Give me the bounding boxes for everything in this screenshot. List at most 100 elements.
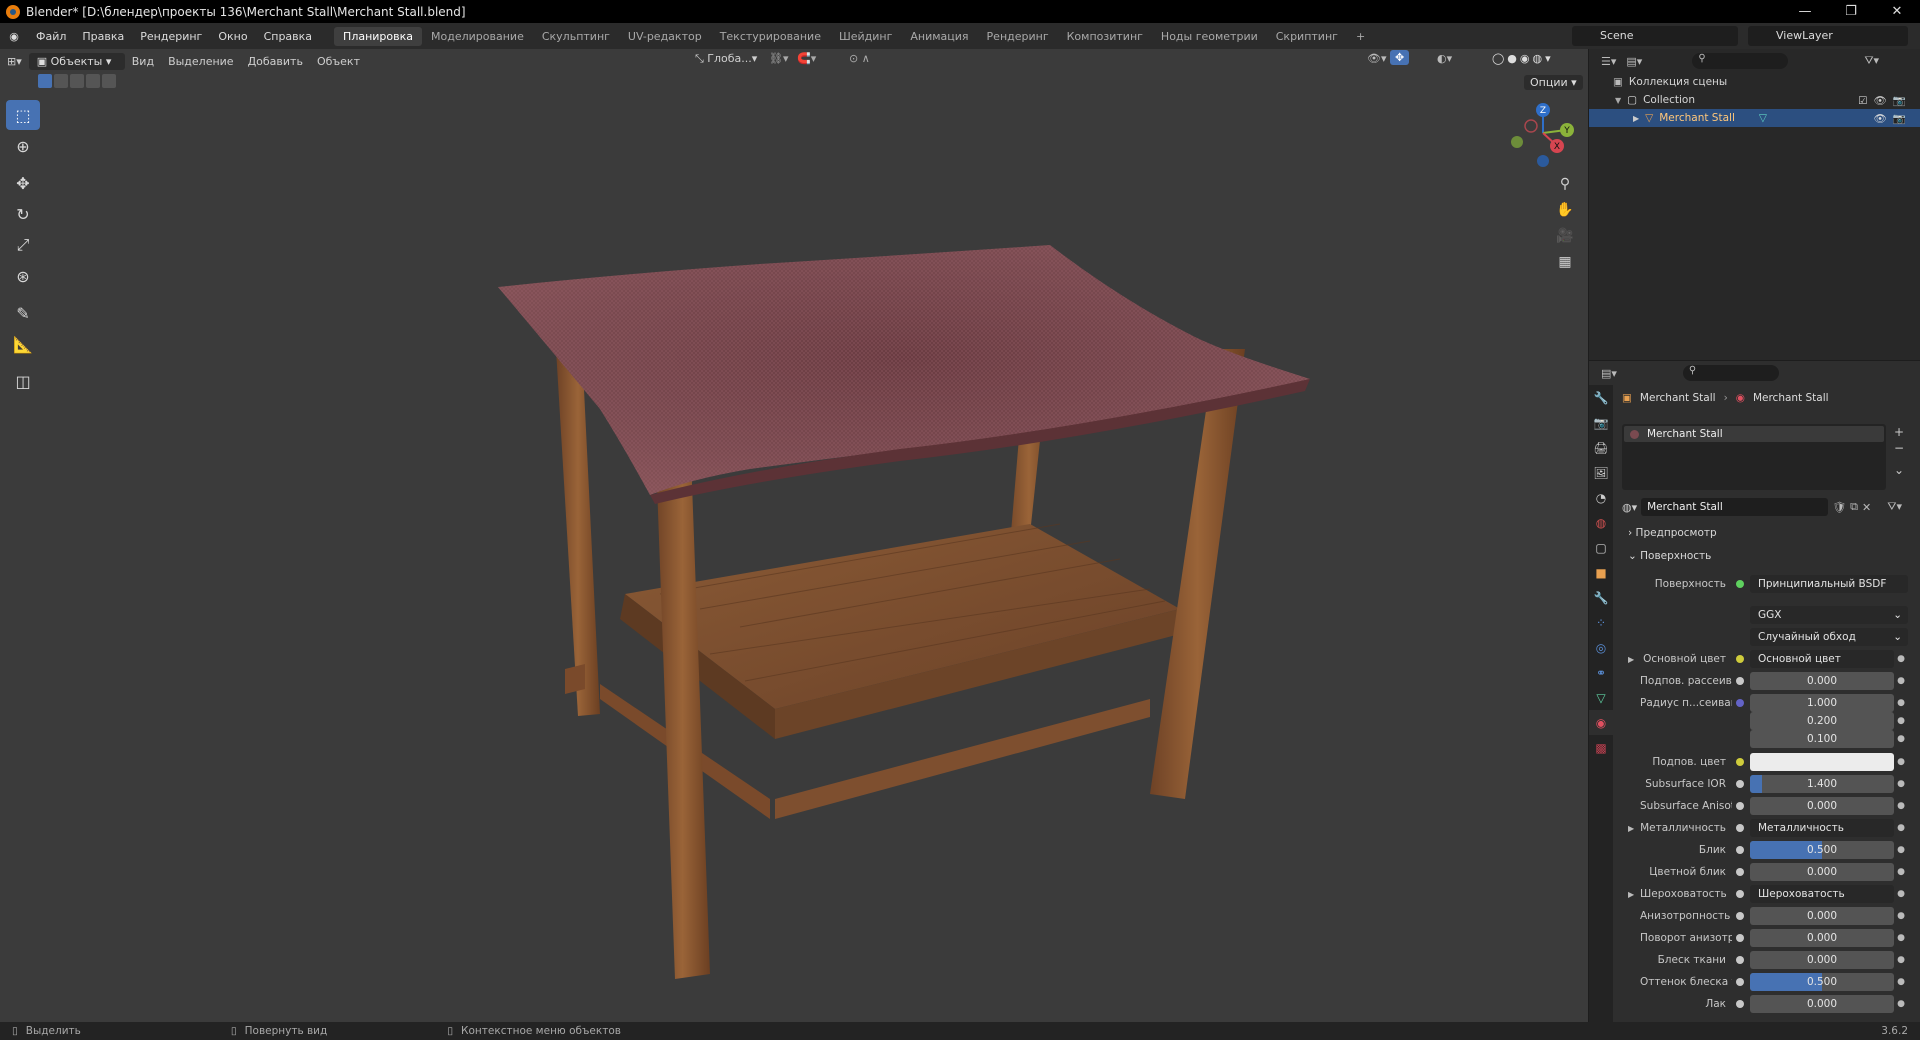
linked-input-field[interactable]: Металличность <box>1750 819 1894 837</box>
keyframe-dot-icon[interactable]: ● <box>1894 911 1908 921</box>
proportional-edit-icon[interactable]: ⊙ ∧ <box>842 52 877 65</box>
menu-help[interactable]: Справка <box>256 30 320 43</box>
add-slot-icon[interactable]: + <box>1894 424 1904 440</box>
transform-orientation[interactable]: ⤡ Глоба...▾ <box>688 52 764 66</box>
view-layer-selector[interactable]: ViewLayer <box>1748 26 1908 46</box>
menu-object[interactable]: Объект <box>310 55 367 68</box>
camera-view-icon[interactable]: 🎥 <box>1552 223 1578 249</box>
expand-arrow-icon[interactable]: ▼ <box>1615 96 1621 105</box>
number-slider[interactable]: 1.000 <box>1750 694 1894 712</box>
input-socket-icon[interactable] <box>1736 802 1744 810</box>
material-tab-icon[interactable]: ◉ <box>1589 710 1613 735</box>
expand-arrow-icon[interactable]: ▶ <box>1628 655 1640 664</box>
outliner-search-input[interactable]: ⚲ <box>1692 53 1789 69</box>
preview-panel-header[interactable]: › Предпросмотр <box>1628 527 1717 539</box>
keyframe-dot-icon[interactable]: ● <box>1894 698 1908 708</box>
input-socket-icon[interactable] <box>1736 912 1744 920</box>
workspace-tab-animation[interactable]: Анимация <box>901 27 977 46</box>
blender-menu-icon[interactable]: ◉ <box>0 30 28 43</box>
navigation-gizmo[interactable]: Z Y X <box>1500 98 1580 178</box>
menu-window[interactable]: Окно <box>210 30 255 43</box>
options-dropdown[interactable]: Опции ▾ <box>1524 75 1583 90</box>
distribution-dropdown[interactable]: GGX ⌄ <box>1750 606 1908 624</box>
number-slider[interactable]: 0.000 <box>1750 863 1894 881</box>
overlay-icon[interactable]: ◐▾ <box>1430 52 1459 65</box>
input-socket-icon[interactable] <box>1736 868 1744 876</box>
world-tab-icon[interactable]: ◍ <box>1589 510 1613 535</box>
menu-select[interactable]: Выделение <box>161 55 241 68</box>
menu-file[interactable]: Файл <box>28 30 74 43</box>
ortho-grid-icon[interactable]: ▦ <box>1552 249 1578 275</box>
number-slider[interactable]: 0.200 <box>1750 712 1894 730</box>
measure-tool[interactable]: 📐 <box>6 329 40 359</box>
editor-type-icon[interactable]: ⊞▾ <box>0 55 29 68</box>
workspace-tab-uv[interactable]: UV-редактор <box>619 27 711 46</box>
workspace-tab-compositing[interactable]: Композитинг <box>1058 27 1152 46</box>
number-slider[interactable]: 0.500 <box>1750 973 1894 991</box>
add-cube-tool[interactable]: ◫ <box>6 366 40 396</box>
shading-modes[interactable]: ◯●◉◍▾ <box>1492 52 1554 65</box>
number-slider[interactable]: 0.100 <box>1750 730 1894 748</box>
keyframe-dot-icon[interactable]: ● <box>1894 757 1908 767</box>
scene-tab-icon[interactable]: ◔ <box>1589 485 1613 510</box>
keyframe-dot-icon[interactable]: ● <box>1894 867 1908 877</box>
object-tab-icon[interactable]: ■ <box>1589 560 1613 585</box>
workspace-tab-scripting[interactable]: Скриптинг <box>1267 27 1347 46</box>
menu-edit[interactable]: Правка <box>74 30 132 43</box>
tool-tab-icon[interactable]: 🔧 <box>1589 385 1613 410</box>
number-slider[interactable]: 0.000 <box>1750 951 1894 969</box>
input-socket-icon[interactable] <box>1736 824 1744 832</box>
workspace-tab-modeling[interactable]: Моделирование <box>422 27 533 46</box>
outliner-display-mode-icon[interactable]: ▤▾ <box>1626 55 1642 68</box>
menu-add[interactable]: Добавить <box>241 55 310 68</box>
scene-selector[interactable]: Scene <box>1572 26 1738 46</box>
keyframe-dot-icon[interactable]: ● <box>1894 654 1908 664</box>
input-socket-icon[interactable] <box>1736 978 1744 986</box>
unlink-material-icon[interactable]: ✕ <box>1862 501 1871 514</box>
select-invert-icon[interactable] <box>86 74 100 88</box>
workspace-tab-rendering[interactable]: Рендеринг <box>978 27 1058 46</box>
number-slider[interactable]: 0.000 <box>1750 929 1894 947</box>
number-slider[interactable]: 0.000 <box>1750 907 1894 925</box>
workspace-tab-texture[interactable]: Текстурирование <box>711 27 830 46</box>
input-socket-icon[interactable] <box>1736 677 1744 685</box>
maximize-button[interactable]: ❐ <box>1828 0 1874 23</box>
select-new-icon[interactable] <box>38 74 52 88</box>
texture-tab-icon[interactable]: ▩ <box>1589 735 1613 760</box>
workspace-tab-sculpting[interactable]: Скульптинг <box>533 27 619 46</box>
keyframe-dot-icon[interactable]: ● <box>1894 889 1908 899</box>
close-button[interactable]: ✕ <box>1874 0 1920 23</box>
particles-tab-icon[interactable]: ⁘ <box>1589 610 1613 635</box>
input-socket-icon[interactable] <box>1736 846 1744 854</box>
select-subtract-icon[interactable] <box>70 74 84 88</box>
outliner-row-collection[interactable]: ▼ ▢ Collection ☑👁📷 <box>1589 91 1920 109</box>
surface-shader-field[interactable]: Принципиальный BSDF <box>1750 575 1908 593</box>
outliner-row-merchant-stall[interactable]: ▶ ▽ Merchant Stall ▽ 👁📷 <box>1589 109 1920 127</box>
input-socket-icon[interactable] <box>1736 934 1744 942</box>
keyframe-dot-icon[interactable]: ● <box>1894 845 1908 855</box>
linked-input-field[interactable]: Шероховатость <box>1750 885 1894 903</box>
keyframe-dot-icon[interactable]: ● <box>1894 999 1908 1009</box>
number-slider[interactable]: 0.000 <box>1750 995 1894 1013</box>
minimize-button[interactable]: — <box>1782 0 1828 23</box>
annotate-tool[interactable]: ✎ <box>6 298 40 328</box>
zoom-icon[interactable]: ⚲ <box>1552 171 1578 197</box>
input-socket-icon[interactable] <box>1736 699 1744 707</box>
pan-hand-icon[interactable]: ✋ <box>1552 197 1578 223</box>
mode-selector[interactable]: ▣ Объекты ▾ <box>28 52 125 70</box>
color-swatch[interactable] <box>1750 753 1894 771</box>
input-socket-icon[interactable] <box>1736 890 1744 898</box>
expand-arrow-icon[interactable]: ▶ <box>1628 824 1640 833</box>
material-slot-item[interactable]: Merchant Stall <box>1624 426 1884 442</box>
workspace-tab-shading[interactable]: Шейдинг <box>830 27 901 46</box>
properties-editor-icon[interactable]: ▤▾ <box>1601 367 1617 380</box>
fake-user-icon[interactable]: 🛡 <box>1832 501 1846 514</box>
linked-input-field[interactable]: Основной цвет <box>1750 650 1894 668</box>
keyframe-dot-icon[interactable]: ● <box>1894 779 1908 789</box>
input-socket-icon[interactable] <box>1736 780 1744 788</box>
snap-icon[interactable]: 🧲▾ <box>790 52 823 65</box>
input-socket-icon[interactable] <box>1736 758 1744 766</box>
outliner-filter-icon[interactable]: ⛛▾ <box>1864 54 1879 68</box>
input-socket-icon[interactable] <box>1736 655 1744 663</box>
keyframe-dot-icon[interactable]: ● <box>1894 823 1908 833</box>
